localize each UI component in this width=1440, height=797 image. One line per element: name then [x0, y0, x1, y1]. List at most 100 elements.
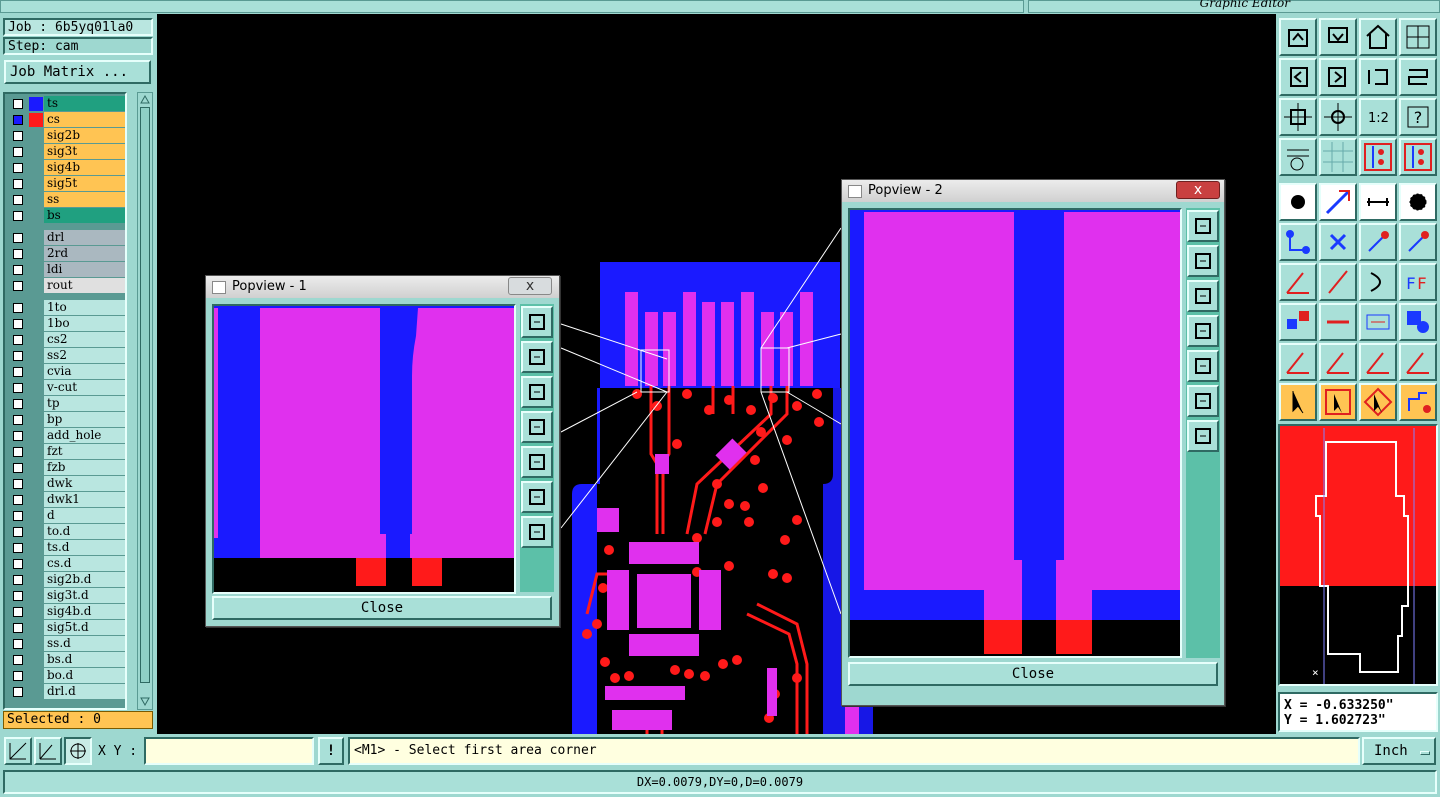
- layer-checkbox[interactable]: [13, 463, 23, 473]
- popview-zoom-button[interactable]: [521, 516, 553, 548]
- layer-checkbox[interactable]: [13, 511, 23, 521]
- layer-name[interactable]: sig2b.d: [44, 572, 125, 587]
- layer-row[interactable]: rout: [8, 278, 125, 293]
- layer-name[interactable]: drl: [44, 230, 125, 245]
- layer-checkbox[interactable]: [13, 99, 23, 109]
- graphic-canvas[interactable]: Popview - 1 x Close Popview - 2 x Close: [157, 14, 1276, 734]
- snap-end-button[interactable]: [1359, 223, 1397, 261]
- triangle-edge-button[interactable]: [1399, 343, 1437, 381]
- layer-row[interactable]: d: [8, 508, 125, 523]
- layer-row[interactable]: sig4b.d: [8, 604, 125, 619]
- overview-map[interactable]: ×: [1278, 424, 1438, 686]
- layer-row[interactable]: cs.d: [8, 556, 125, 571]
- layer-row[interactable]: 1to: [8, 300, 125, 315]
- layer-row[interactable]: 2rd: [8, 246, 125, 261]
- layer-checkbox[interactable]: [13, 163, 23, 173]
- layer-name[interactable]: bs: [44, 208, 125, 223]
- layer-row[interactable]: dwk: [8, 476, 125, 491]
- layer-checkbox[interactable]: [13, 211, 23, 221]
- warning-button[interactable]: !: [318, 737, 344, 765]
- layer-checkbox[interactable]: [13, 351, 23, 361]
- zoom-1to1-button[interactable]: 1:2: [1359, 98, 1397, 136]
- layer-name[interactable]: ss2: [44, 348, 125, 363]
- popview-zoom-button[interactable]: [1187, 245, 1219, 277]
- layer-row[interactable]: cs2: [8, 332, 125, 347]
- text-edit-button[interactable]: FF: [1399, 263, 1437, 301]
- layer-name[interactable]: cs: [44, 112, 125, 127]
- layer-checkbox[interactable]: [13, 281, 23, 291]
- snap-point-button[interactable]: [1399, 223, 1437, 261]
- home-button[interactable]: [1359, 18, 1397, 56]
- circle-button[interactable]: [1399, 183, 1437, 221]
- layer-name[interactable]: bo.d: [44, 668, 125, 683]
- layer-row[interactable]: to.d: [8, 524, 125, 539]
- layer-row[interactable]: dwk1: [8, 492, 125, 507]
- layer-name[interactable]: tp: [44, 396, 125, 411]
- popview-zoom-button[interactable]: [521, 306, 553, 338]
- layer-name[interactable]: cs.d: [44, 556, 125, 571]
- layer-name[interactable]: ss: [44, 192, 125, 207]
- layer-name[interactable]: sig3t.d: [44, 588, 125, 603]
- slash-button[interactable]: [1319, 263, 1357, 301]
- layer-row[interactable]: drl: [8, 230, 125, 245]
- popview-2-close-button[interactable]: Close: [848, 662, 1218, 686]
- layer-checkbox[interactable]: [13, 447, 23, 457]
- popview-zoom-button[interactable]: [521, 446, 553, 478]
- popview-zoom-button[interactable]: [521, 376, 553, 408]
- layer-name[interactable]: cvia: [44, 364, 125, 379]
- layer-row[interactable]: tp: [8, 396, 125, 411]
- layer-checkbox[interactable]: [13, 527, 23, 537]
- layer-checkbox[interactable]: [13, 131, 23, 141]
- layer-name[interactable]: 2rd: [44, 246, 125, 261]
- layer-checkbox[interactable]: [13, 399, 23, 409]
- popview-1-close-x[interactable]: x: [508, 277, 552, 295]
- layer-row[interactable]: cs: [8, 112, 125, 127]
- undo-zoom-button[interactable]: [1359, 58, 1397, 96]
- layer-checkbox[interactable]: [13, 319, 23, 329]
- layer-checkbox[interactable]: [13, 671, 23, 681]
- layer-checkbox[interactable]: [13, 543, 23, 553]
- layer-checkbox[interactable]: [13, 415, 23, 425]
- layer-checkbox[interactable]: [13, 383, 23, 393]
- popview-zoom-button[interactable]: [1187, 315, 1219, 347]
- layer-name[interactable]: ts: [44, 96, 125, 111]
- layer-checkbox[interactable]: [13, 623, 23, 633]
- layer-row[interactable]: ldi: [8, 262, 125, 277]
- layer-row[interactable]: bs: [8, 208, 125, 223]
- popview-zoom-button[interactable]: [1187, 420, 1219, 452]
- popview-1-close-button[interactable]: Close: [212, 596, 552, 620]
- layer-checkbox[interactable]: [13, 233, 23, 243]
- layer-checkbox[interactable]: [13, 639, 23, 649]
- xy-input[interactable]: [144, 737, 314, 765]
- layer-checkbox[interactable]: [13, 147, 23, 157]
- layer-checkbox[interactable]: [13, 591, 23, 601]
- layer-name[interactable]: sig3t: [44, 144, 125, 159]
- popview-zoom-button[interactable]: [1187, 210, 1219, 242]
- pointer-button[interactable]: [1279, 383, 1317, 421]
- feature-button[interactable]: [1399, 303, 1437, 341]
- layer-name[interactable]: bs.d: [44, 652, 125, 667]
- popview-1-window[interactable]: Popview - 1 x Close: [205, 275, 560, 627]
- layer-checkbox[interactable]: [13, 687, 23, 697]
- triangle-button[interactable]: [1279, 343, 1317, 381]
- snap-center-button[interactable]: [1319, 223, 1357, 261]
- zoom-fit-button[interactable]: [1279, 98, 1317, 136]
- layer-name[interactable]: dwk1: [44, 492, 125, 507]
- step-up-button[interactable]: [1279, 18, 1317, 56]
- step-right-button[interactable]: [1319, 58, 1357, 96]
- layer-checkbox[interactable]: [13, 479, 23, 489]
- layer-checkbox[interactable]: [13, 265, 23, 275]
- layer-checkbox[interactable]: [13, 249, 23, 259]
- zoom-center-button[interactable]: [1319, 98, 1357, 136]
- popview-2-close-x[interactable]: x: [1176, 181, 1220, 199]
- layer-name[interactable]: rout: [44, 278, 125, 293]
- layer-row[interactable]: ss2: [8, 348, 125, 363]
- layer-row[interactable]: sig2b: [8, 128, 125, 143]
- route-button[interactable]: [1399, 383, 1437, 421]
- layer-name[interactable]: sig2b: [44, 128, 125, 143]
- select-mode-button[interactable]: [4, 737, 32, 765]
- triangle-top-button[interactable]: [1359, 343, 1397, 381]
- layer-row[interactable]: sig2b.d: [8, 572, 125, 587]
- popview-zoom-button[interactable]: [1187, 280, 1219, 312]
- layer-name[interactable]: ldi: [44, 262, 125, 277]
